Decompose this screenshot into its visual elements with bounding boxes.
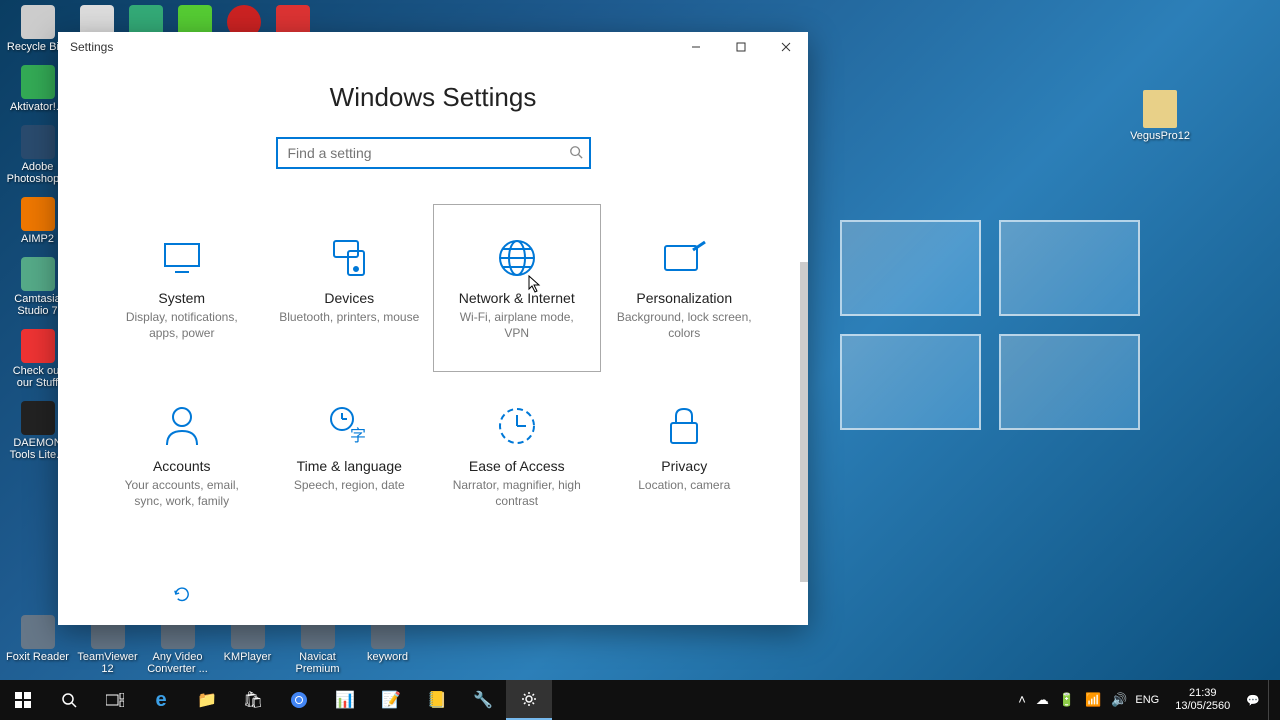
category-network-internet[interactable]: Network & Internet Wi-Fi, airplane mode,… bbox=[433, 204, 601, 372]
category-title: Accounts bbox=[111, 458, 253, 474]
category-ease-of-access[interactable]: Ease of Access Narrator, magnifier, high… bbox=[433, 372, 601, 540]
taskbar-app-settings[interactable] bbox=[506, 680, 552, 720]
start-button[interactable] bbox=[0, 680, 46, 720]
category-description: Display, notifications, apps, power bbox=[111, 310, 253, 341]
category-accounts[interactable]: Accounts Your accounts, email, sync, wor… bbox=[98, 372, 266, 540]
tray-clock[interactable]: 21:39 13/05/2560 bbox=[1167, 687, 1238, 713]
category-devices[interactable]: Devices Bluetooth, printers, mouse bbox=[266, 204, 434, 372]
minimize-button[interactable] bbox=[673, 32, 718, 62]
taskbar-app-store[interactable]: 🛍 bbox=[230, 680, 276, 720]
desktop-icon-label: VegusPro12 bbox=[1130, 130, 1190, 142]
tray-battery-icon[interactable]: 🔋 bbox=[1059, 692, 1075, 708]
category-description: Narrator, magnifier, high contrast bbox=[446, 478, 588, 509]
page-title: Windows Settings bbox=[88, 82, 778, 113]
cortana-search-button[interactable] bbox=[46, 680, 92, 720]
tray-language[interactable]: ENG bbox=[1135, 694, 1159, 706]
category-title: Personalization bbox=[614, 290, 756, 306]
category-system[interactable]: System Display, notifications, apps, pow… bbox=[98, 204, 266, 372]
category-description: Location, camera bbox=[614, 478, 756, 494]
category-icon bbox=[614, 403, 756, 448]
category-title: Network & Internet bbox=[446, 290, 588, 306]
taskbar: e 📁 🛍 📊 📝 📒 🔧 ˄ ☁ 🔋 📶 🔊 ENG 21:39 13/05/… bbox=[0, 680, 1280, 720]
window-title: Settings bbox=[70, 40, 113, 54]
category-description: Your accounts, email, sync, work, family bbox=[111, 478, 253, 509]
tray-onedrive-icon[interactable]: ☁ bbox=[1036, 692, 1049, 708]
task-view-button[interactable] bbox=[92, 680, 138, 720]
category-time-language[interactable]: 字 Time & language Speech, region, date bbox=[266, 372, 434, 540]
maximize-button[interactable] bbox=[718, 32, 763, 62]
titlebar: Settings bbox=[58, 32, 808, 62]
desktop-icon-label: Any Video Converter ... bbox=[145, 651, 210, 675]
taskbar-app[interactable]: 📒 bbox=[414, 680, 460, 720]
category-personalization[interactable]: Personalization Background, lock screen,… bbox=[601, 204, 769, 372]
desktop-wallpaper-logo bbox=[840, 220, 1140, 430]
category-icon bbox=[446, 235, 588, 280]
desktop-icon-label: KMPlayer bbox=[215, 651, 280, 663]
tray-network-icon[interactable]: 📶 bbox=[1085, 692, 1101, 708]
tray-notifications-icon[interactable]: 💬 bbox=[1246, 694, 1260, 707]
search-icon bbox=[569, 145, 583, 162]
search-input[interactable] bbox=[276, 137, 591, 169]
category-icon bbox=[111, 571, 253, 616]
category-title: Ease of Access bbox=[446, 458, 588, 474]
desktop-icon-label: TeamViewer 12 bbox=[75, 651, 140, 675]
desktop-icon-label: keyword bbox=[355, 651, 420, 663]
category-update[interactable] bbox=[98, 540, 266, 625]
taskbar-app[interactable]: 📊 bbox=[322, 680, 368, 720]
category-icon bbox=[111, 403, 253, 448]
category-title: Privacy bbox=[614, 458, 756, 474]
scrollbar[interactable] bbox=[800, 262, 808, 582]
tray-chevron-icon[interactable]: ˄ bbox=[1018, 692, 1026, 708]
category-privacy[interactable]: Privacy Location, camera bbox=[601, 372, 769, 540]
category-title: Devices bbox=[279, 290, 421, 306]
category-icon: 字 bbox=[279, 403, 421, 448]
category-title: Time & language bbox=[279, 458, 421, 474]
category-description: Wi-Fi, airplane mode, VPN bbox=[446, 310, 588, 341]
svg-text:字: 字 bbox=[350, 427, 366, 445]
tray-volume-icon[interactable]: 🔊 bbox=[1111, 692, 1127, 708]
category-title: System bbox=[111, 290, 253, 306]
taskbar-app-edge[interactable]: e bbox=[138, 680, 184, 720]
desktop-icon-label: Foxit Reader bbox=[5, 651, 70, 663]
category-description: Background, lock screen, colors bbox=[614, 310, 756, 341]
category-icon bbox=[446, 403, 588, 448]
taskbar-app[interactable]: 📝 bbox=[368, 680, 414, 720]
desktop-icon-label: Navicat Premium bbox=[285, 651, 350, 675]
category-icon bbox=[614, 235, 756, 280]
desktop-icon[interactable]: VegusPro12 bbox=[1130, 90, 1190, 142]
category-description: Bluetooth, printers, mouse bbox=[279, 310, 421, 326]
taskbar-app-chrome[interactable] bbox=[276, 680, 322, 720]
category-icon bbox=[111, 235, 253, 280]
taskbar-app-explorer[interactable]: 📁 bbox=[184, 680, 230, 720]
show-desktop-button[interactable] bbox=[1268, 680, 1274, 720]
category-icon bbox=[279, 235, 421, 280]
close-button[interactable] bbox=[763, 32, 808, 62]
category-description: Speech, region, date bbox=[279, 478, 421, 494]
taskbar-app[interactable]: 🔧 bbox=[460, 680, 506, 720]
settings-window: Settings Windows Settings System Display… bbox=[58, 32, 808, 625]
